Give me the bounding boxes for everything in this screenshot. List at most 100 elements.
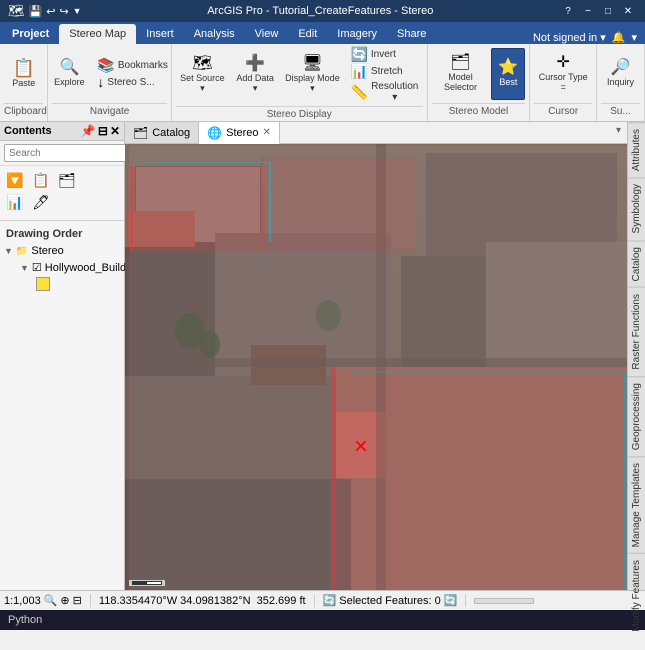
layer-group-label: Stereo: [31, 245, 63, 257]
paste-button[interactable]: 📋 Paste: [4, 48, 44, 100]
not-signed-in[interactable]: Not signed in ▾: [533, 31, 606, 44]
menu-icon[interactable]: ⊟: [98, 124, 108, 138]
app-icon: 🗺: [8, 3, 25, 19]
red-fringe-2: [261, 157, 417, 251]
add-data-button[interactable]: ➕ Add Data ▾: [232, 49, 279, 101]
paste-icon: 📋: [12, 59, 34, 77]
help-button[interactable]: ?: [559, 3, 577, 19]
tab-edit[interactable]: Edit: [288, 24, 327, 44]
tree-2: [316, 300, 341, 331]
symbology-tab[interactable]: Symbology: [628, 177, 645, 239]
layer-color-swatch[interactable]: [0, 277, 124, 291]
title-bar: 🗺 💾 ↩ ↪ ▼ ArcGIS Pro - Tutorial_CreateFe…: [0, 0, 645, 22]
attributes-tab[interactable]: Attributes: [628, 122, 645, 177]
red-fringe-3: [331, 367, 627, 590]
bookmarks-button[interactable]: 📚 Bookmarks: [93, 57, 171, 73]
ribbon-group-stereo-s: 🗺 Set Source ▾ ➕ Add Data ▾ 🖥 Display Mo…: [172, 44, 428, 121]
cursor-type-button[interactable]: ✛ Cursor Type =: [534, 48, 592, 100]
qat-dropdown[interactable]: ▼: [73, 6, 82, 16]
catalog-tab-icon: 🗂: [133, 126, 148, 140]
resolution-button[interactable]: 📏 Resolution ▾: [346, 80, 422, 104]
tab-analysis[interactable]: Analysis: [184, 24, 245, 44]
maximize-button[interactable]: □: [599, 3, 617, 19]
cursor-icon: ✛: [556, 55, 569, 71]
explore-icon: 🔍: [59, 60, 79, 76]
modify-features-tab[interactable]: Modify Features: [628, 553, 645, 638]
inquiry-button[interactable]: 🔎 Inquiry: [601, 48, 641, 100]
sync-icon[interactable]: 🔄: [444, 594, 458, 607]
refresh-icon: 🔄: [323, 594, 337, 607]
geoprocessing-tab[interactable]: Geoprocessing: [628, 376, 645, 456]
qat-undo[interactable]: ↩: [46, 5, 55, 18]
stereo-tab-icon: 🌐: [207, 126, 222, 140]
layer-hollywood-buildings[interactable]: ▼ ☑ Hollywood_Buildings_C...: [0, 259, 124, 276]
color-box: [36, 277, 50, 291]
explore-button[interactable]: 🔍 Explore: [47, 48, 91, 100]
edit-tool[interactable]: 🖊: [30, 192, 52, 212]
manage-templates-tab[interactable]: Manage Templates: [628, 456, 645, 553]
chart-tool[interactable]: 📊: [4, 192, 26, 212]
python-bar: Python: [0, 610, 645, 630]
stereo-source-button[interactable]: ↓ Stereo S...: [93, 74, 171, 90]
map-canvas[interactable]: ✕: [125, 144, 627, 590]
close-button[interactable]: ✕: [619, 3, 637, 19]
model-selector-icon: 🗂: [450, 55, 470, 71]
tab-insert[interactable]: Insert: [136, 24, 184, 44]
best-button[interactable]: ⭐ Best: [491, 48, 525, 100]
model-selector-button[interactable]: 🗂 Model Selector: [432, 48, 490, 100]
invert-button[interactable]: 🔄 Invert: [346, 46, 422, 62]
scale-icon: 🔍: [44, 594, 58, 607]
minimize-button[interactable]: −: [579, 3, 597, 19]
tab-menu-btn[interactable]: ▾: [610, 122, 627, 143]
qat-save[interactable]: 💾: [29, 5, 43, 18]
su-label: Su...: [601, 103, 640, 119]
set-source-icon: 🗺: [192, 56, 212, 72]
sidebar-divider: [0, 220, 124, 221]
contents-header-icons: 📌 ⊟ ✕: [81, 124, 120, 138]
set-source-button[interactable]: 🗺 Set Source ▾: [176, 49, 229, 101]
map-tab-catalog[interactable]: 🗂 Catalog: [125, 122, 199, 143]
tab-project[interactable]: Project: [2, 24, 59, 44]
scale-bar-ruler: [132, 581, 162, 585]
tab-stereo-map[interactable]: Stereo Map: [59, 24, 136, 44]
sidebar-tool-row-1: 🔽 📋 🗂: [4, 170, 120, 190]
raster-functions-tab[interactable]: Raster Functions: [628, 287, 645, 376]
qat-redo[interactable]: ↪: [59, 5, 68, 18]
group-layer-icon: 📁: [16, 246, 28, 257]
expand-arrow: ▼: [20, 263, 29, 273]
catalog-tab-label: Catalog: [152, 127, 190, 139]
pin-icon[interactable]: 📌: [81, 124, 96, 138]
ribbon-group-clipboard: 📋 Paste Clipboard: [0, 44, 48, 121]
status-bar: 1:1,003 🔍 ⊕ ⊟ 118.3354470°W 34.0981382°N…: [0, 590, 645, 610]
table-tool[interactable]: 📋: [30, 170, 52, 190]
filter-tool[interactable]: 🔽: [4, 170, 26, 190]
layer-group-stereo[interactable]: ▼ 📁 Stereo: [0, 243, 124, 259]
scale-bar: [129, 580, 165, 586]
stereo-tab-close[interactable]: ✕: [263, 127, 271, 138]
contents-title: Contents: [4, 125, 52, 137]
ribbon-group-cursor: ✛ Cursor Type = Cursor: [530, 44, 597, 121]
stretch-button[interactable]: 📊 Stretch: [346, 63, 422, 79]
tab-view[interactable]: View: [245, 24, 289, 44]
coordinates-value: 118.3354470°W 34.0981382°N: [99, 595, 251, 607]
window-controls: ? − □ ✕: [559, 3, 637, 19]
map-tab-stereo[interactable]: 🌐 Stereo ✕: [199, 122, 280, 144]
close-panel-icon[interactable]: ✕: [110, 124, 120, 138]
account-dropdown[interactable]: ▾: [631, 31, 637, 44]
catalog-tab[interactable]: Catalog: [628, 240, 645, 287]
add-data-icon: ➕: [245, 56, 265, 72]
app-body: Contents 📌 ⊟ ✕ 🔍 🔽 📋 🗂 📊 🖊 Drawing Order: [0, 122, 645, 590]
window-title: ArcGIS Pro - Tutorial_CreateFeatures - S…: [82, 5, 559, 17]
parking-area-2: [125, 376, 351, 488]
tab-imagery[interactable]: Imagery: [327, 24, 387, 44]
status-refresh[interactable]: 🔄 Selected Features: 0 🔄: [323, 594, 467, 607]
ribbon-group-navigate: 🔍 Explore 📚 Bookmarks ↓ Stereo S... Navi…: [48, 44, 171, 121]
group-tool[interactable]: 🗂: [56, 170, 78, 190]
red-fringe-1: [130, 166, 261, 251]
notification-icon[interactable]: 🔔: [612, 31, 626, 44]
tab-share[interactable]: Share: [387, 24, 436, 44]
nav-icons[interactable]: ⊕ ⊟: [60, 594, 82, 607]
sidebar-tools: 🔽 📋 🗂 📊 🖊: [0, 166, 124, 216]
display-mode-button[interactable]: 🖥 Display Mode ▾: [281, 49, 343, 101]
best-icon: ⭐: [498, 60, 518, 76]
